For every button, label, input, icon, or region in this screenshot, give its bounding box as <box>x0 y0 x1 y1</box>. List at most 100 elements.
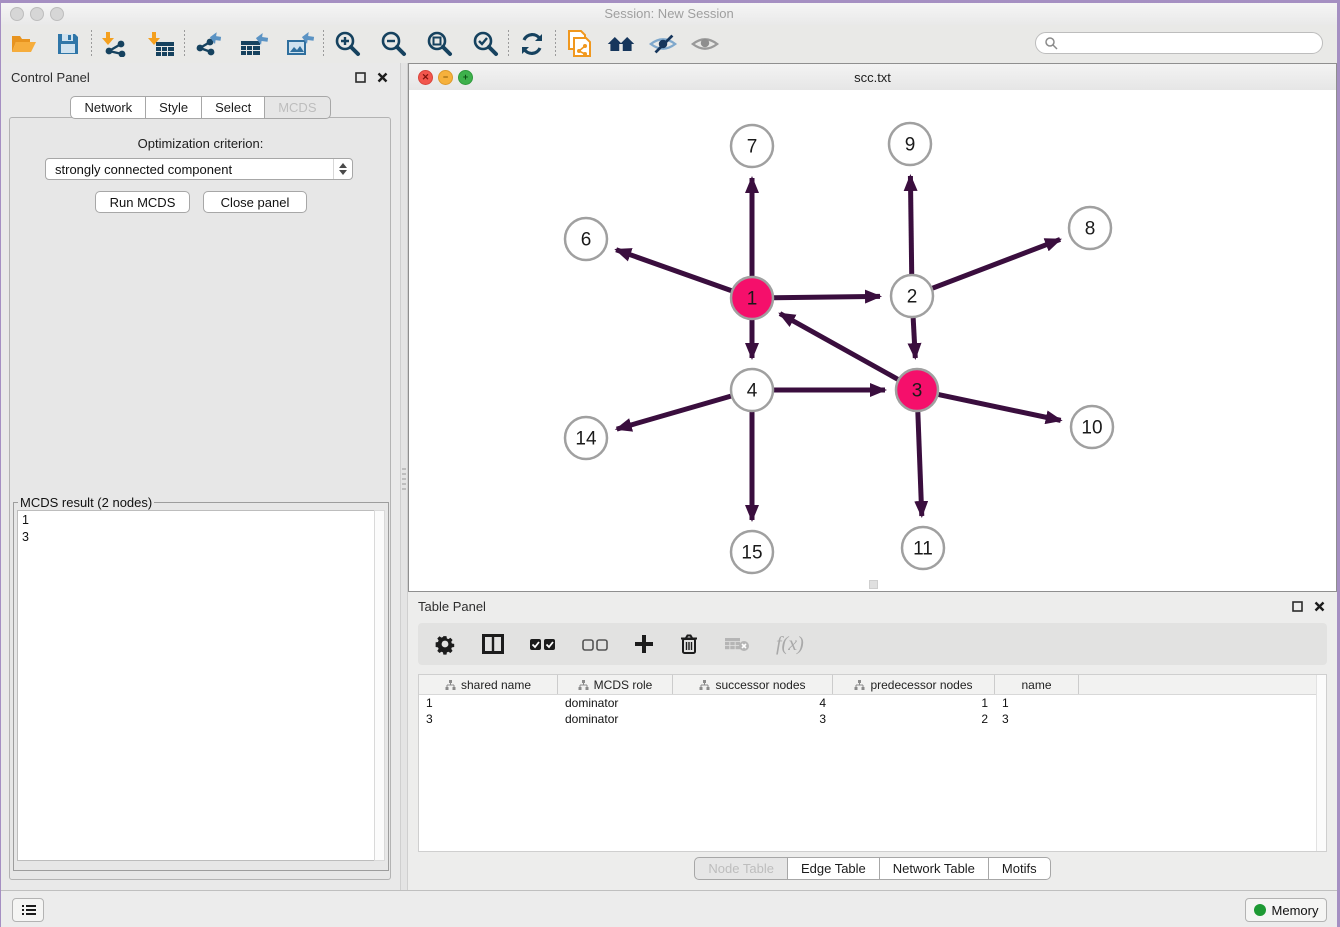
import-network-icon[interactable] <box>100 29 130 59</box>
criterion-select[interactable]: strongly connected component <box>45 158 353 180</box>
zoom-in-icon[interactable] <box>332 29 362 59</box>
tab-select[interactable]: Select <box>201 96 265 119</box>
duplicate-network-icon[interactable] <box>564 29 594 59</box>
close-panel-button[interactable]: Close panel <box>203 191 307 213</box>
cell-name[interactable]: 1 <box>995 696 1079 710</box>
column-header-successor-nodes[interactable]: successor nodes <box>673 675 833 694</box>
memory-button[interactable]: Memory <box>1245 898 1327 922</box>
graph-node-7[interactable]: 7 <box>731 125 773 167</box>
graph-node-1[interactable]: 1 <box>731 277 773 319</box>
search-box[interactable] <box>1035 32 1323 54</box>
tab-network-table[interactable]: Network Table <box>879 857 989 880</box>
list-icon <box>21 904 36 916</box>
float-table-panel-icon[interactable] <box>1289 598 1305 614</box>
network-canvas[interactable]: 1 2 3 4 6 7 8 9 10 11 14 15 <box>409 90 1336 591</box>
graph-node-10[interactable]: 10 <box>1071 406 1113 448</box>
canvas-resize-grip[interactable] <box>869 580 878 589</box>
column-header-predecessor-nodes[interactable]: predecessor nodes <box>833 675 995 694</box>
cell-successor-nodes[interactable]: 3 <box>673 712 833 726</box>
select-all-checkboxes-icon[interactable] <box>530 638 556 651</box>
zoom-out-icon[interactable] <box>378 29 408 59</box>
graph-node-6[interactable]: 6 <box>565 218 607 260</box>
close-table-panel-icon[interactable] <box>1311 598 1327 614</box>
edge-2-to-9[interactable] <box>910 176 911 274</box>
graph-node-2[interactable]: 2 <box>891 275 933 317</box>
tab-style[interactable]: Style <box>145 96 202 119</box>
run-mcds-button[interactable]: Run MCDS <box>95 191 190 213</box>
close-window-icon[interactable] <box>10 7 24 21</box>
edge-1-to-2[interactable] <box>774 296 880 297</box>
export-network-icon[interactable] <box>193 29 223 59</box>
tab-mcds[interactable]: MCDS <box>264 96 330 119</box>
network-graph[interactable]: 1 2 3 4 6 7 8 9 10 11 14 15 <box>409 90 1336 591</box>
task-history-button[interactable] <box>12 898 44 922</box>
graph-node-3[interactable]: 3 <box>896 369 938 411</box>
cell-predecessor-nodes[interactable]: 2 <box>833 712 995 726</box>
tab-network[interactable]: Network <box>70 96 146 119</box>
edge-2-to-3[interactable] <box>913 318 915 358</box>
home-layout-icon[interactable] <box>606 29 636 59</box>
tab-edge-table[interactable]: Edge Table <box>787 857 880 880</box>
panel-splitter[interactable] <box>400 63 408 890</box>
cell-predecessor-nodes[interactable]: 1 <box>833 696 995 710</box>
show-all-eye-icon[interactable] <box>690 29 720 59</box>
zoom-selected-icon[interactable] <box>470 29 500 59</box>
deselect-all-checkboxes-icon[interactable] <box>582 638 608 651</box>
graph-node-9[interactable]: 9 <box>889 123 931 165</box>
edge-3-to-10[interactable] <box>939 395 1061 421</box>
tab-node-table[interactable]: Node Table <box>694 857 788 880</box>
graph-node-15[interactable]: 15 <box>731 531 773 573</box>
table-row[interactable]: 3dominator323 <box>419 711 1326 727</box>
edge-2-to-8[interactable] <box>933 239 1061 288</box>
cell-successor-nodes[interactable]: 4 <box>673 696 833 710</box>
table-row[interactable]: 1dominator411 <box>419 695 1326 711</box>
refresh-icon[interactable] <box>517 29 547 59</box>
window-title: Session: New Session <box>1 3 1337 25</box>
table-tabs: Node TableEdge TableNetwork TableMotifs <box>408 857 1337 880</box>
graph-node-11[interactable]: 11 <box>902 527 944 569</box>
add-column-icon[interactable] <box>634 634 654 654</box>
svg-text:2: 2 <box>907 287 918 308</box>
minimize-network-icon[interactable]: − <box>438 70 453 85</box>
delete-column-icon[interactable] <box>680 634 698 655</box>
import-table-icon[interactable] <box>146 29 176 59</box>
save-session-icon[interactable] <box>53 29 83 59</box>
settings-gear-icon[interactable] <box>434 633 456 655</box>
column-header-shared-name[interactable]: shared name <box>419 675 558 694</box>
search-input[interactable] <box>1058 33 1322 53</box>
zoom-fit-icon[interactable] <box>424 29 454 59</box>
graph-node-4[interactable]: 4 <box>731 369 773 411</box>
result-scrollbar[interactable] <box>374 510 385 861</box>
open-session-icon[interactable] <box>9 29 39 59</box>
cell-name[interactable]: 3 <box>995 712 1079 726</box>
edge-4-to-14[interactable] <box>617 396 731 429</box>
edge-3-to-1[interactable] <box>780 314 898 380</box>
close-panel-icon[interactable] <box>374 69 390 85</box>
float-panel-icon[interactable] <box>352 69 368 85</box>
edge-1-to-6[interactable] <box>616 250 731 291</box>
export-image-icon[interactable] <box>285 29 315 59</box>
minimize-window-icon[interactable] <box>30 7 44 21</box>
mcds-result-title: MCDS result (2 nodes) <box>18 495 154 510</box>
svg-text:6: 6 <box>581 230 592 251</box>
hide-selected-eye-slash-icon[interactable] <box>648 29 678 59</box>
table-scrollbar[interactable] <box>1316 675 1326 851</box>
split-columns-icon[interactable] <box>482 634 504 654</box>
tab-motifs[interactable]: Motifs <box>988 857 1051 880</box>
cell-shared-name[interactable]: 3 <box>419 712 558 726</box>
edge-3-to-11[interactable] <box>918 412 922 516</box>
zoom-window-icon[interactable] <box>50 7 64 21</box>
close-network-icon[interactable]: ✕ <box>418 70 433 85</box>
cell-MCDS-role[interactable]: dominator <box>558 696 673 710</box>
mcds-result-text[interactable]: 1 3 <box>17 510 376 861</box>
graph-node-8[interactable]: 8 <box>1069 207 1111 249</box>
cell-shared-name[interactable]: 1 <box>419 696 558 710</box>
graph-node-14[interactable]: 14 <box>565 417 607 459</box>
zoom-network-icon[interactable]: + <box>458 70 473 85</box>
cell-MCDS-role[interactable]: dominator <box>558 712 673 726</box>
memory-status-icon <box>1254 904 1266 916</box>
export-table-icon[interactable] <box>239 29 269 59</box>
control-panel-tabs: NetworkStyleSelectMCDS <box>1 96 400 119</box>
column-header-name[interactable]: name <box>995 675 1079 694</box>
column-header-MCDS-role[interactable]: MCDS role <box>558 675 673 694</box>
